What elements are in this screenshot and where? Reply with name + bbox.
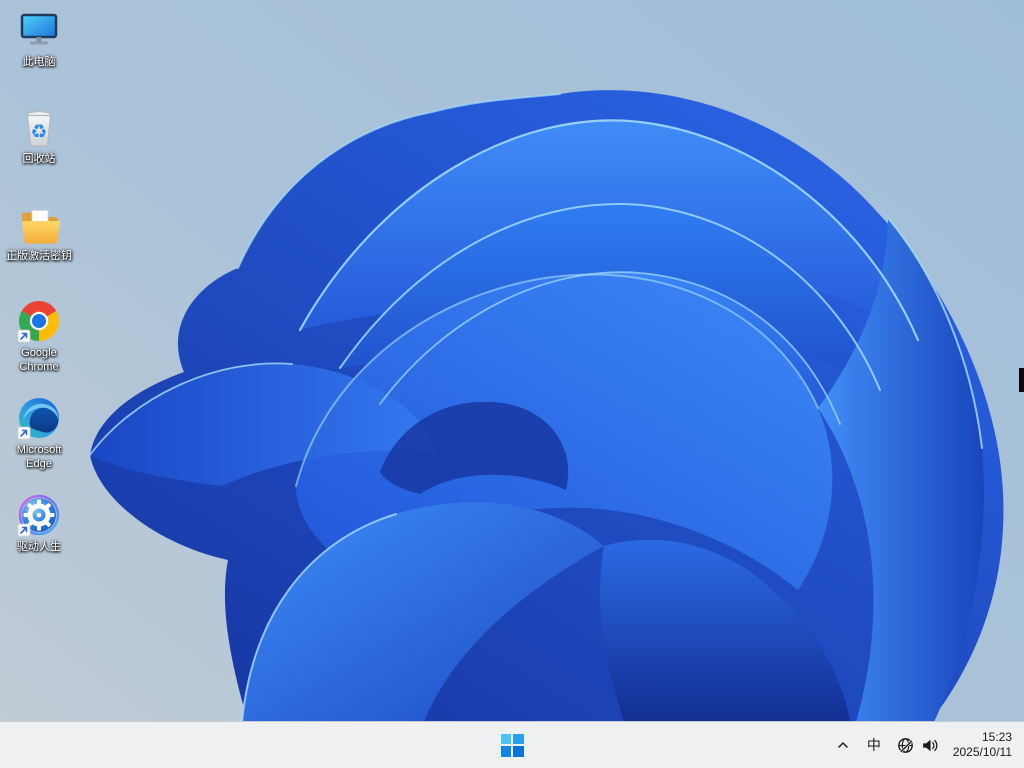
chrome-icon (17, 301, 59, 343)
system-tray: 中 15:23 2025/10/11 (830, 722, 1024, 768)
start-button[interactable] (492, 725, 532, 765)
windows-desktop: 此电脑 ♻ 回收站 正版激活密钥 Google Chrome Microsoft… (0, 0, 1024, 768)
desktop-icon-google-chrome[interactable]: Google Chrome (1, 299, 77, 374)
desktop-icon-recycle-bin[interactable]: ♻ 回收站 (1, 105, 77, 166)
this-pc-icon (20, 13, 58, 45)
chevron-up-icon (838, 742, 848, 748)
shortcut-arrow-icon (17, 329, 31, 343)
taskbar: 中 15:23 2025/10/11 (0, 721, 1024, 768)
desktop-icon-activation-key-folder[interactable]: 正版激活密钥 (1, 202, 77, 263)
desktop-icon-label: 回收站 (22, 153, 56, 165)
desktop-icon-label: 正版激活密钥 (6, 250, 72, 262)
screen-edge-black-bar (1019, 368, 1024, 392)
desktop-icon-driver-life[interactable]: 驱动人生 (1, 493, 77, 554)
taskbar-clock[interactable]: 15:23 2025/10/11 (951, 728, 1014, 762)
shortcut-arrow-icon (17, 426, 31, 440)
quick-settings-button[interactable] (892, 727, 943, 763)
windows-logo-icon (500, 733, 524, 757)
clock-time: 15:23 (981, 730, 1012, 744)
desktop-icon-label: Microsoft Edge (16, 444, 62, 470)
folder-icon (22, 210, 60, 244)
globe-no-internet-icon (897, 737, 913, 753)
svg-text:♻: ♻ (30, 121, 47, 143)
desktop-icon-microsoft-edge[interactable]: Microsoft Edge (1, 396, 77, 471)
shortcut-arrow-icon (17, 523, 31, 537)
desktop-icon-this-pc[interactable]: 此电脑 (1, 8, 77, 69)
ime-indicator-button[interactable]: 中 (858, 727, 890, 763)
tray-hidden-icons-button[interactable] (830, 727, 856, 763)
desktop-icon-label: 此电脑 (22, 56, 56, 68)
driver-life-gear-icon (17, 494, 60, 537)
desktop-icon-label: 驱动人生 (17, 541, 61, 553)
recycle-bin-icon: ♻ (26, 110, 52, 147)
desktop-icon-label: Google Chrome (19, 347, 59, 373)
wallpaper-bloom-image (0, 0, 1024, 768)
clock-date: 2025/10/11 (952, 745, 1012, 759)
speaker-icon (922, 739, 938, 751)
edge-icon (17, 398, 59, 440)
